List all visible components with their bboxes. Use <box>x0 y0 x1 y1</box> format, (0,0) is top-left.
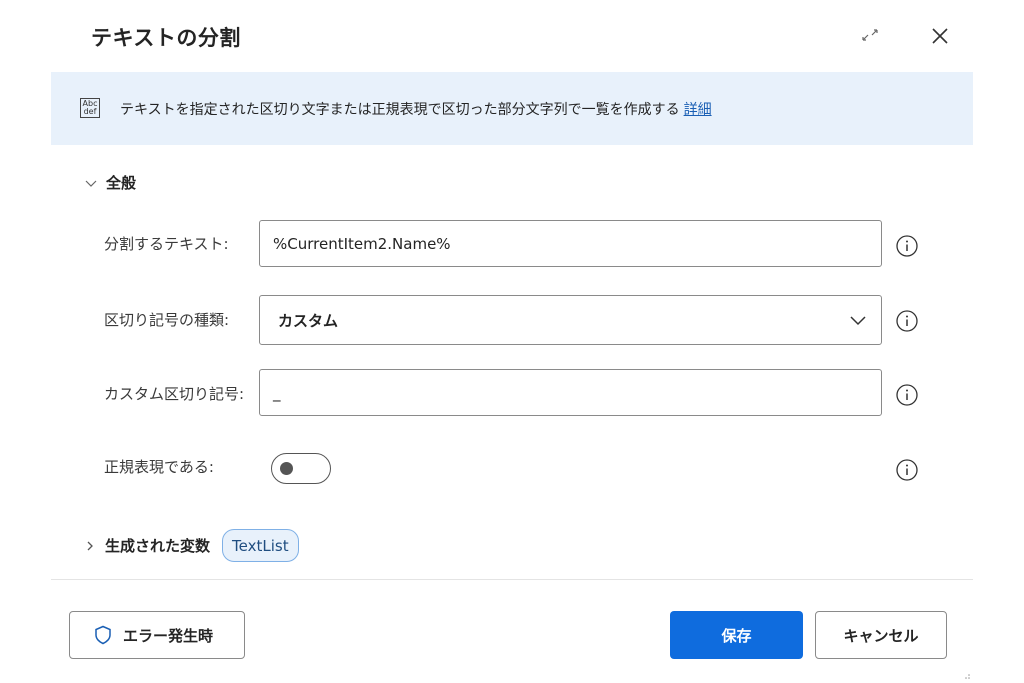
info-icon[interactable] <box>895 309 919 333</box>
custom-delimiter-input[interactable]: _ <box>259 369 882 416</box>
info-icon[interactable] <box>895 234 919 258</box>
on-error-button[interactable]: エラー発生時 <box>69 611 245 659</box>
chevron-right-icon[interactable] <box>84 540 96 552</box>
abc-def-icon: Abc def <box>80 98 100 118</box>
split-text-dialog: テキストの分割 Abc def テキストを指定された区切り文字または正規表現で区… <box>0 0 1024 683</box>
text-to-split-input[interactable]: %CurrentItem2.Name% <box>259 220 882 267</box>
delimiter-type-label: 区切り記号の種類: <box>104 311 230 329</box>
chevron-down-icon <box>85 180 97 187</box>
info-icon[interactable] <box>895 458 919 482</box>
shield-icon <box>95 625 111 645</box>
info-icon[interactable] <box>895 383 919 407</box>
chevron-down-icon <box>850 316 866 326</box>
footer-divider <box>51 579 973 580</box>
info-banner: Abc def テキストを指定された区切り文字または正規表現で区切った部分文字列… <box>51 72 973 145</box>
save-button[interactable]: 保存 <box>670 611 803 659</box>
text-to-split-label: 分割するテキスト: <box>104 235 229 253</box>
general-section-toggle[interactable]: 全般 <box>84 172 136 193</box>
on-error-label: エラー発生時 <box>123 626 214 645</box>
banner-text: テキストを指定された区切り文字または正規表現で区切った部分文字列で一覧を作成する… <box>120 99 712 119</box>
delimiter-type-select[interactable]: カスタム <box>259 295 882 345</box>
details-link[interactable]: 詳細 <box>684 102 712 118</box>
close-icon[interactable] <box>928 24 952 48</box>
delimiter-type-value: カスタム <box>278 311 339 330</box>
variables-section-label: 生成された変数 <box>105 537 211 555</box>
custom-delimiter-value: _ <box>273 383 281 402</box>
is-regex-label: 正規表現である: <box>104 458 214 476</box>
cancel-button[interactable]: キャンセル <box>815 611 947 659</box>
variables-section: 生成された変数 TextList <box>84 529 299 562</box>
general-section-label: 全般 <box>106 174 137 192</box>
resize-grip-icon[interactable] <box>961 670 971 680</box>
toggle-knob <box>280 462 293 475</box>
expand-icon[interactable] <box>860 28 880 42</box>
banner-description: テキストを指定された区切り文字または正規表現で区切った部分文字列で一覧を作成する <box>120 102 680 118</box>
text-to-split-value: %CurrentItem2.Name% <box>273 234 451 253</box>
custom-delimiter-label: カスタム区切り記号: <box>104 385 245 403</box>
dialog-title: テキストの分割 <box>91 26 241 50</box>
variable-chip-textlist[interactable]: TextList <box>222 529 299 562</box>
is-regex-toggle[interactable] <box>271 453 331 484</box>
